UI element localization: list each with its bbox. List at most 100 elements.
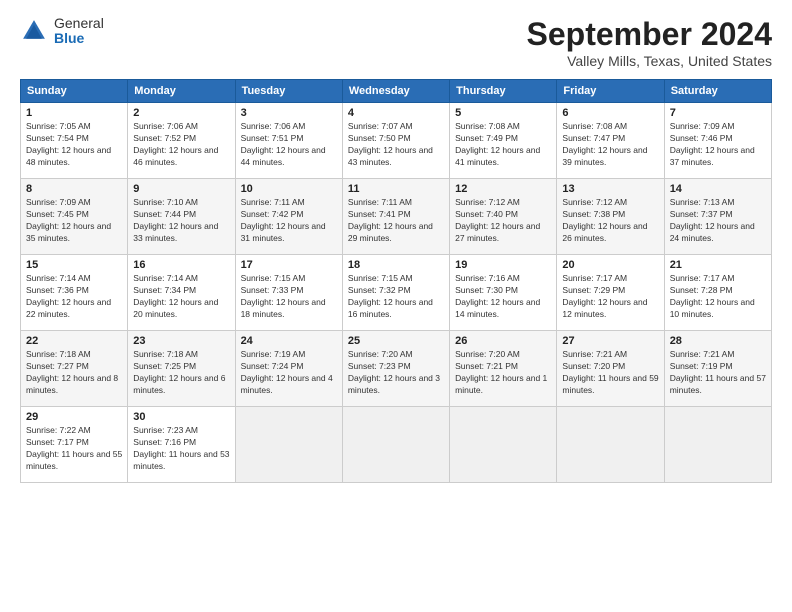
day-info: Sunrise: 7:06 AMSunset: 7:51 PMDaylight:… — [241, 121, 337, 169]
day-info: Sunrise: 7:21 AMSunset: 7:20 PMDaylight:… — [562, 349, 658, 397]
calendar-cell — [450, 407, 557, 483]
day-info: Sunrise: 7:11 AMSunset: 7:41 PMDaylight:… — [348, 197, 444, 245]
day-info: Sunrise: 7:10 AMSunset: 7:44 PMDaylight:… — [133, 197, 229, 245]
calendar-cell — [235, 407, 342, 483]
day-info: Sunrise: 7:15 AMSunset: 7:32 PMDaylight:… — [348, 273, 444, 321]
day-info: Sunrise: 7:05 AMSunset: 7:54 PMDaylight:… — [26, 121, 122, 169]
calendar-cell: 6 Sunrise: 7:08 AMSunset: 7:47 PMDayligh… — [557, 103, 664, 179]
col-thursday: Thursday — [450, 80, 557, 103]
day-info: Sunrise: 7:13 AMSunset: 7:37 PMDaylight:… — [670, 197, 766, 245]
day-info: Sunrise: 7:08 AMSunset: 7:49 PMDaylight:… — [455, 121, 551, 169]
day-info: Sunrise: 7:17 AMSunset: 7:29 PMDaylight:… — [562, 273, 658, 321]
day-number: 7 — [670, 107, 766, 119]
day-info: Sunrise: 7:20 AMSunset: 7:23 PMDaylight:… — [348, 349, 444, 397]
day-info: Sunrise: 7:08 AMSunset: 7:47 PMDaylight:… — [562, 121, 658, 169]
day-info: Sunrise: 7:06 AMSunset: 7:52 PMDaylight:… — [133, 121, 229, 169]
day-number: 5 — [455, 107, 551, 119]
col-saturday: Saturday — [664, 80, 771, 103]
day-info: Sunrise: 7:18 AMSunset: 7:27 PMDaylight:… — [26, 349, 122, 397]
location: Valley Mills, Texas, United States — [527, 53, 772, 69]
day-info: Sunrise: 7:14 AMSunset: 7:34 PMDaylight:… — [133, 273, 229, 321]
day-number: 22 — [26, 335, 122, 347]
day-info: Sunrise: 7:16 AMSunset: 7:30 PMDaylight:… — [455, 273, 551, 321]
calendar-cell: 16 Sunrise: 7:14 AMSunset: 7:34 PMDaylig… — [128, 255, 235, 331]
logo-general: General — [54, 16, 104, 31]
day-number: 2 — [133, 107, 229, 119]
calendar-cell: 2 Sunrise: 7:06 AMSunset: 7:52 PMDayligh… — [128, 103, 235, 179]
day-number: 8 — [26, 183, 122, 195]
day-number: 1 — [26, 107, 122, 119]
calendar-cell: 4 Sunrise: 7:07 AMSunset: 7:50 PMDayligh… — [342, 103, 449, 179]
calendar: Sunday Monday Tuesday Wednesday Thursday… — [20, 79, 772, 483]
calendar-cell: 11 Sunrise: 7:11 AMSunset: 7:41 PMDaylig… — [342, 179, 449, 255]
day-info: Sunrise: 7:15 AMSunset: 7:33 PMDaylight:… — [241, 273, 337, 321]
calendar-cell: 30 Sunrise: 7:23 AMSunset: 7:16 PMDaylig… — [128, 407, 235, 483]
logo-icon — [20, 17, 48, 45]
logo-blue: Blue — [54, 31, 104, 46]
calendar-cell: 7 Sunrise: 7:09 AMSunset: 7:46 PMDayligh… — [664, 103, 771, 179]
day-number: 23 — [133, 335, 229, 347]
calendar-cell: 15 Sunrise: 7:14 AMSunset: 7:36 PMDaylig… — [21, 255, 128, 331]
day-info: Sunrise: 7:20 AMSunset: 7:21 PMDaylight:… — [455, 349, 551, 397]
calendar-cell: 5 Sunrise: 7:08 AMSunset: 7:49 PMDayligh… — [450, 103, 557, 179]
calendar-cell — [342, 407, 449, 483]
calendar-cell: 23 Sunrise: 7:18 AMSunset: 7:25 PMDaylig… — [128, 331, 235, 407]
col-wednesday: Wednesday — [342, 80, 449, 103]
col-monday: Monday — [128, 80, 235, 103]
day-number: 26 — [455, 335, 551, 347]
calendar-cell: 22 Sunrise: 7:18 AMSunset: 7:27 PMDaylig… — [21, 331, 128, 407]
calendar-cell: 18 Sunrise: 7:15 AMSunset: 7:32 PMDaylig… — [342, 255, 449, 331]
calendar-cell: 17 Sunrise: 7:15 AMSunset: 7:33 PMDaylig… — [235, 255, 342, 331]
col-friday: Friday — [557, 80, 664, 103]
month-title: September 2024 — [527, 16, 772, 53]
day-number: 15 — [26, 259, 122, 271]
day-number: 13 — [562, 183, 658, 195]
calendar-cell: 29 Sunrise: 7:22 AMSunset: 7:17 PMDaylig… — [21, 407, 128, 483]
day-number: 17 — [241, 259, 337, 271]
col-tuesday: Tuesday — [235, 80, 342, 103]
calendar-cell: 28 Sunrise: 7:21 AMSunset: 7:19 PMDaylig… — [664, 331, 771, 407]
day-number: 27 — [562, 335, 658, 347]
calendar-cell: 8 Sunrise: 7:09 AMSunset: 7:45 PMDayligh… — [21, 179, 128, 255]
day-number: 3 — [241, 107, 337, 119]
day-number: 19 — [455, 259, 551, 271]
title-block: September 2024 Valley Mills, Texas, Unit… — [527, 16, 772, 69]
calendar-cell: 12 Sunrise: 7:12 AMSunset: 7:40 PMDaylig… — [450, 179, 557, 255]
day-number: 21 — [670, 259, 766, 271]
day-number: 24 — [241, 335, 337, 347]
col-sunday: Sunday — [21, 80, 128, 103]
day-number: 4 — [348, 107, 444, 119]
calendar-cell: 26 Sunrise: 7:20 AMSunset: 7:21 PMDaylig… — [450, 331, 557, 407]
calendar-cell — [557, 407, 664, 483]
calendar-cell: 14 Sunrise: 7:13 AMSunset: 7:37 PMDaylig… — [664, 179, 771, 255]
calendar-cell: 19 Sunrise: 7:16 AMSunset: 7:30 PMDaylig… — [450, 255, 557, 331]
day-number: 16 — [133, 259, 229, 271]
day-number: 10 — [241, 183, 337, 195]
day-number: 12 — [455, 183, 551, 195]
day-number: 14 — [670, 183, 766, 195]
day-info: Sunrise: 7:12 AMSunset: 7:38 PMDaylight:… — [562, 197, 658, 245]
calendar-cell: 21 Sunrise: 7:17 AMSunset: 7:28 PMDaylig… — [664, 255, 771, 331]
calendar-cell: 10 Sunrise: 7:11 AMSunset: 7:42 PMDaylig… — [235, 179, 342, 255]
calendar-cell: 24 Sunrise: 7:19 AMSunset: 7:24 PMDaylig… — [235, 331, 342, 407]
day-number: 28 — [670, 335, 766, 347]
calendar-cell: 27 Sunrise: 7:21 AMSunset: 7:20 PMDaylig… — [557, 331, 664, 407]
calendar-cell: 3 Sunrise: 7:06 AMSunset: 7:51 PMDayligh… — [235, 103, 342, 179]
day-info: Sunrise: 7:11 AMSunset: 7:42 PMDaylight:… — [241, 197, 337, 245]
day-number: 18 — [348, 259, 444, 271]
day-info: Sunrise: 7:09 AMSunset: 7:46 PMDaylight:… — [670, 121, 766, 169]
calendar-cell: 20 Sunrise: 7:17 AMSunset: 7:29 PMDaylig… — [557, 255, 664, 331]
day-info: Sunrise: 7:12 AMSunset: 7:40 PMDaylight:… — [455, 197, 551, 245]
day-info: Sunrise: 7:18 AMSunset: 7:25 PMDaylight:… — [133, 349, 229, 397]
day-info: Sunrise: 7:14 AMSunset: 7:36 PMDaylight:… — [26, 273, 122, 321]
calendar-cell: 13 Sunrise: 7:12 AMSunset: 7:38 PMDaylig… — [557, 179, 664, 255]
day-info: Sunrise: 7:17 AMSunset: 7:28 PMDaylight:… — [670, 273, 766, 321]
day-info: Sunrise: 7:22 AMSunset: 7:17 PMDaylight:… — [26, 425, 122, 473]
day-info: Sunrise: 7:09 AMSunset: 7:45 PMDaylight:… — [26, 197, 122, 245]
day-number: 30 — [133, 411, 229, 423]
day-number: 6 — [562, 107, 658, 119]
calendar-cell: 1 Sunrise: 7:05 AMSunset: 7:54 PMDayligh… — [21, 103, 128, 179]
calendar-cell: 25 Sunrise: 7:20 AMSunset: 7:23 PMDaylig… — [342, 331, 449, 407]
day-info: Sunrise: 7:07 AMSunset: 7:50 PMDaylight:… — [348, 121, 444, 169]
calendar-cell: 9 Sunrise: 7:10 AMSunset: 7:44 PMDayligh… — [128, 179, 235, 255]
